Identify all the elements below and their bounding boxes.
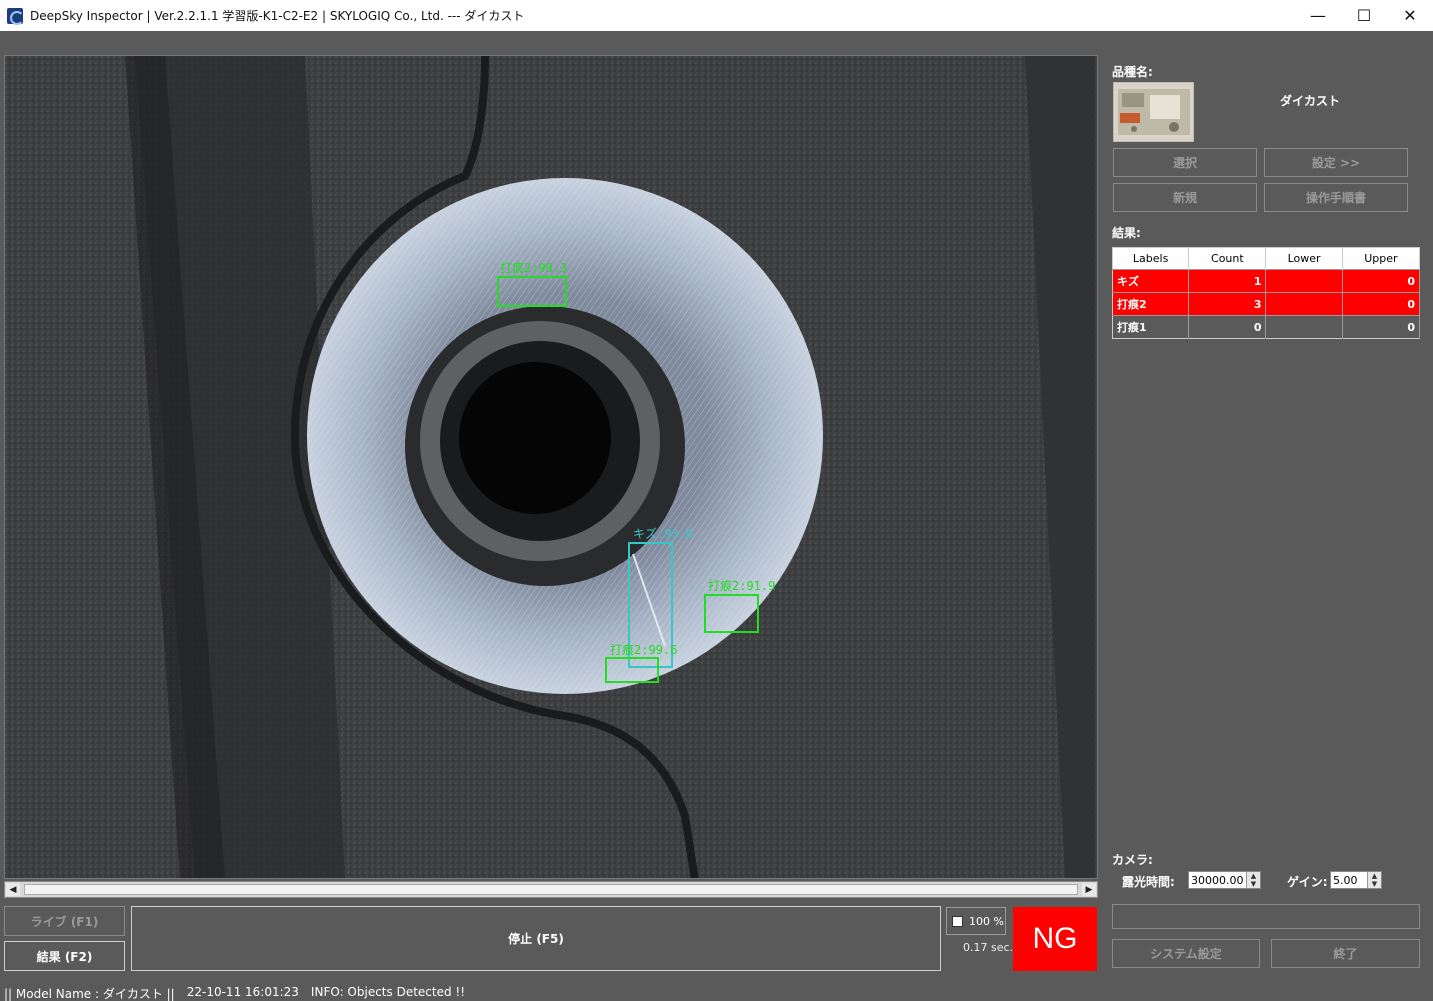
live-button[interactable]: ライブ (F1) (4, 906, 125, 936)
table-row[interactable]: 打痕2 3 0 (1112, 292, 1421, 316)
settings-button[interactable]: 設定 >> (1264, 148, 1408, 177)
detection-label: キズ:93.6 (633, 526, 693, 541)
select-button[interactable]: 選択 (1113, 148, 1257, 177)
minimize-button[interactable]: — (1295, 0, 1341, 31)
table-row[interactable]: キズ 1 0 (1112, 269, 1421, 293)
status-timestamp: 22-10-11 16:01:23 (186, 985, 299, 999)
exit-button[interactable]: 終了 (1271, 939, 1420, 968)
detection-label: 打痕2:91.9 (708, 578, 775, 593)
gain-label: ゲイン: (1287, 875, 1328, 889)
scroll-right-icon[interactable]: ▶ (1082, 883, 1096, 896)
result-button[interactable]: 結果 (F2) (4, 941, 125, 971)
gain-spinner[interactable]: 5.00 ▲ ▼ (1330, 871, 1382, 889)
column-header: Upper (1342, 247, 1421, 270)
app-icon (7, 7, 24, 25)
label-cell: 打痕1 (1112, 315, 1190, 339)
results-label: 結果: (1112, 226, 1141, 240)
lower-cell[interactable] (1265, 315, 1343, 339)
column-header: Labels (1112, 247, 1190, 270)
scroll-left-icon[interactable]: ◀ (6, 883, 20, 896)
spinner-arrows-icon[interactable]: ▲ ▼ (1246, 872, 1260, 888)
manual-button[interactable]: 操作手順書 (1264, 183, 1408, 212)
gain-value: 5.00 (1333, 873, 1358, 887)
product-label: 品種名: (1112, 65, 1153, 79)
product-thumbnail (1113, 82, 1194, 142)
camera-label: カメラ: (1112, 853, 1153, 867)
judgement-indicator: NG (1013, 907, 1097, 971)
inspection-image-viewer[interactable]: 打痕2:99.3 キズ:93.6 打痕2:91.9 打痕2:99.6 (4, 55, 1098, 879)
zoom-control[interactable]: 100 % (946, 907, 1006, 935)
table-row[interactable]: 打痕1 0 0 (1112, 315, 1421, 339)
maximize-button[interactable]: ☐ (1341, 0, 1387, 31)
exposure-label: 露光時間: (1122, 875, 1175, 889)
detection-label: 打痕2:99.3 (500, 260, 567, 275)
title-bar: DeepSky Inspector | Ver.2.2.1.1 学習版-K1-C… (0, 0, 1433, 31)
window-title: DeepSky Inspector | Ver.2.2.1.1 学習版-K1-C… (30, 9, 525, 23)
count-cell: 0 (1188, 315, 1267, 339)
lower-cell[interactable] (1265, 292, 1343, 316)
new-button[interactable]: 新規 (1113, 183, 1257, 212)
horizontal-scrollbar[interactable]: ◀ ▶ (4, 881, 1098, 898)
inspection-image: 打痕2:99.3 キズ:93.6 打痕2:91.9 打痕2:99.6 (5, 56, 1097, 878)
system-settings-button[interactable]: システム設定 (1112, 939, 1260, 968)
count-cell: 1 (1188, 269, 1267, 293)
elapsed-time: 0.17 sec. (963, 941, 1014, 954)
product-name: ダイカスト (1280, 94, 1341, 108)
message-field (1112, 904, 1420, 929)
status-info: INFO: Objects Detected !! (310, 985, 466, 999)
results-table: Labels Count Lower Upper キズ 1 0 打痕2 3 0 … (1112, 247, 1421, 339)
column-header: Lower (1265, 247, 1343, 270)
zoom-checkbox[interactable] (952, 915, 963, 927)
upper-cell[interactable]: 0 (1342, 269, 1421, 293)
column-header: Count (1188, 247, 1267, 270)
window-controls: — ☐ ✕ (1295, 0, 1433, 31)
status-bar: || Model Name : ダイカスト || 22-10-11 16:01:… (0, 985, 1433, 1001)
exposure-value: 30000.00 (1191, 873, 1244, 887)
zoom-value: 100 % (969, 914, 1004, 928)
scroll-thumb[interactable] (24, 884, 1078, 895)
close-button[interactable]: ✕ (1387, 0, 1433, 31)
stop-button[interactable]: 停止 (F5) (131, 906, 941, 971)
status-model: || Model Name : ダイカスト || (4, 987, 175, 1001)
label-cell: キズ (1112, 269, 1190, 293)
label-cell: 打痕2 (1112, 292, 1190, 316)
detection-label: 打痕2:99.6 (610, 642, 677, 657)
exposure-spinner[interactable]: 30000.00 ▲ ▼ (1188, 871, 1261, 889)
count-cell: 3 (1188, 292, 1267, 316)
lower-cell[interactable] (1265, 269, 1343, 293)
upper-cell[interactable]: 0 (1342, 292, 1421, 316)
upper-cell[interactable]: 0 (1342, 315, 1421, 339)
spinner-arrows-icon[interactable]: ▲ ▼ (1367, 872, 1381, 888)
